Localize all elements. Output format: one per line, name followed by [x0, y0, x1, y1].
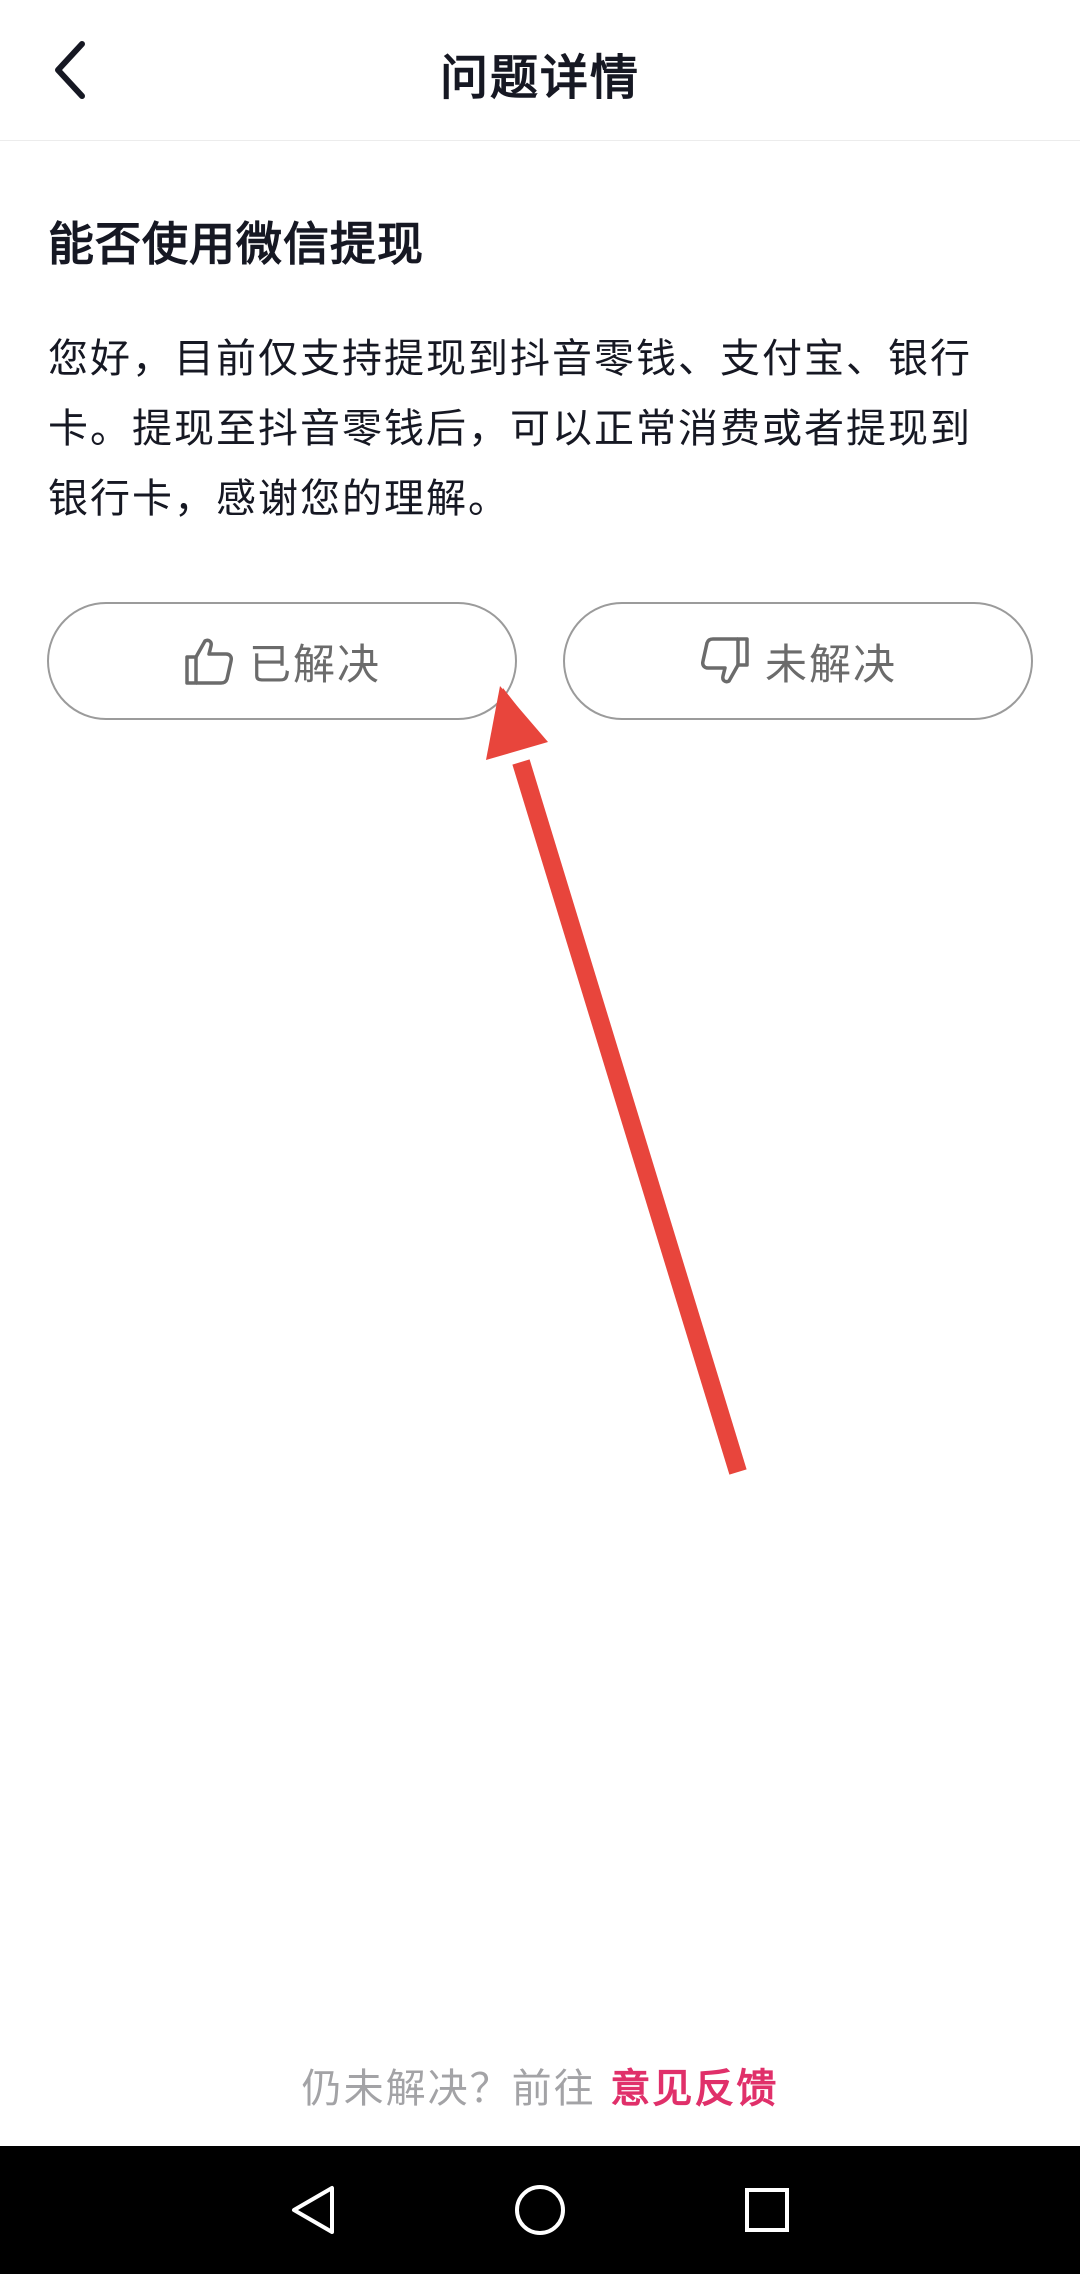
resolved-label: 已解决 [248, 639, 381, 689]
square-recents-icon [744, 2188, 789, 2232]
top-bar: 问题详情 [0, 0, 1080, 141]
resolved-button[interactable]: 已解决 [47, 602, 517, 720]
nav-recents-button[interactable] [722, 2165, 812, 2255]
nav-home-button[interactable] [495, 2165, 585, 2255]
question-detail-page: 问题详情 能否使用微信提现 您好，目前仅支持提现到抖音零钱、支付宝、银行卡。提现… [0, 0, 1080, 2274]
feedback-prompt: 仍未解决？前往 意见反馈 [0, 2056, 1080, 2114]
thumbs-down-icon [699, 635, 751, 687]
system-nav-bar [0, 2146, 1080, 2274]
answer-text: 您好，目前仅支持提现到抖音零钱、支付宝、银行卡。提现至抖音零钱后，可以正常消费或… [48, 336, 972, 522]
circle-home-icon [514, 2185, 565, 2235]
unresolved-button[interactable]: 未解决 [563, 602, 1033, 720]
nav-back-button[interactable] [268, 2165, 358, 2255]
triangle-back-icon [292, 2186, 335, 2234]
question-title: 能否使用微信提现 [48, 217, 424, 271]
feedback-prompt-text: 仍未解决？前往 [301, 2066, 611, 2112]
thumbs-up-icon [183, 635, 235, 687]
unresolved-label: 未解决 [764, 639, 897, 689]
page-title: 问题详情 [439, 50, 640, 106]
feedback-link[interactable]: 意见反馈 [610, 2066, 778, 2112]
